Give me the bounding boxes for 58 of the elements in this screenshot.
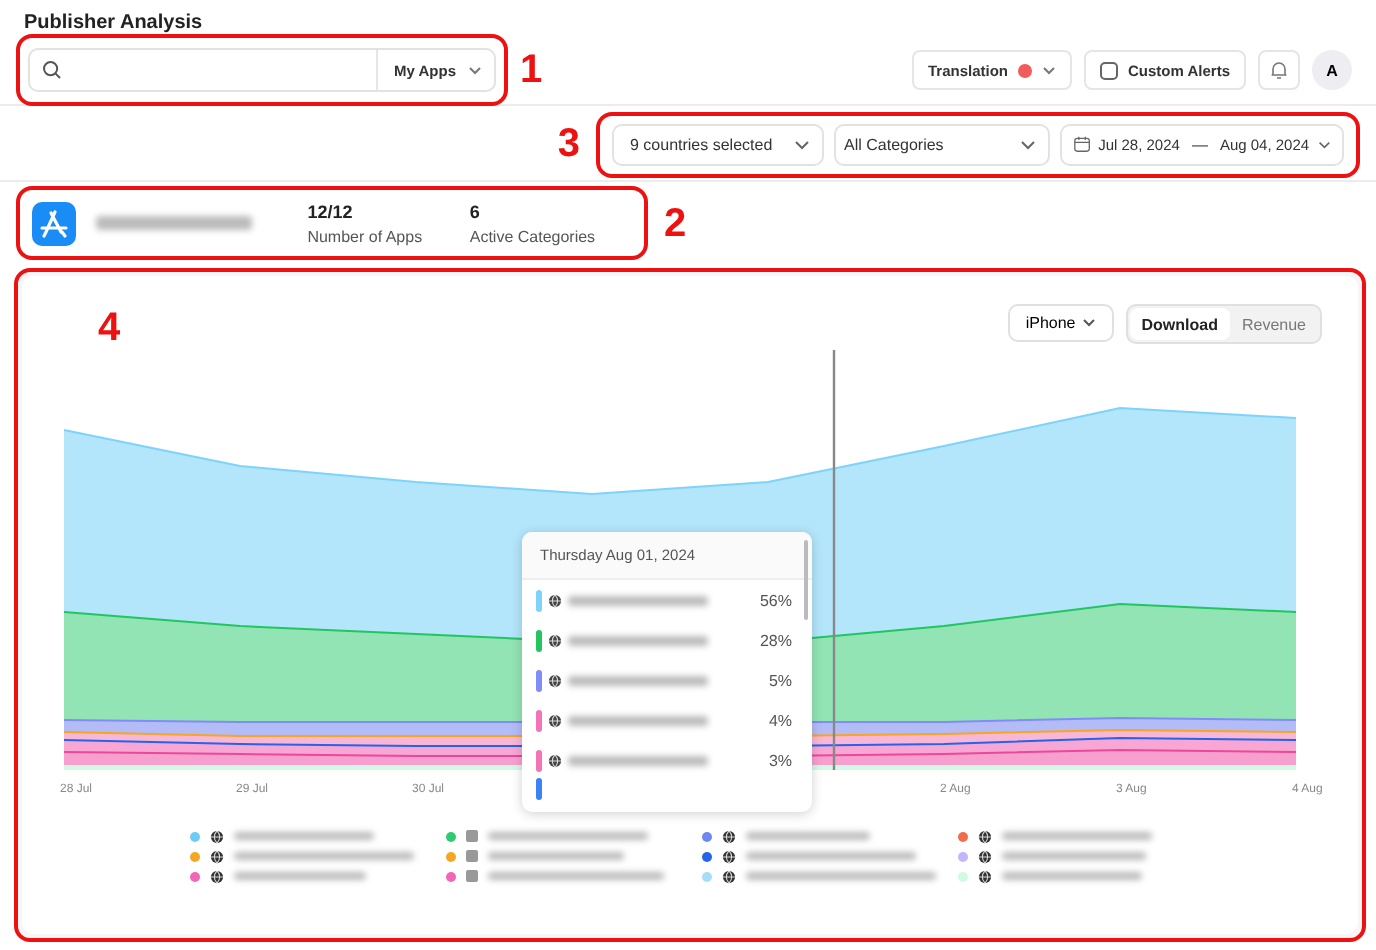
globe-icon — [548, 633, 562, 647]
metric-tab[interactable]: Download — [1129, 308, 1230, 340]
avatar-button[interactable]: A — [1312, 50, 1352, 90]
blurred-text — [746, 832, 870, 840]
chevron-icon — [1317, 139, 1330, 149]
metric-tab[interactable]: Revenue — [1229, 308, 1318, 340]
globe-icon — [210, 829, 224, 843]
globe-icon — [978, 869, 992, 883]
chevron-icon — [1042, 65, 1057, 75]
share-value: 28% — [759, 631, 792, 649]
blurred-text — [568, 715, 708, 725]
share-value: 56% — [759, 591, 792, 609]
globe-icon — [722, 849, 736, 863]
stat-label: Active Categories — [469, 227, 598, 245]
globe-icon — [548, 753, 562, 767]
date-separator: — — [1191, 135, 1208, 153]
notifications-button[interactable] — [1258, 50, 1300, 90]
device-dropdown[interactable]: iPhone — [1007, 304, 1114, 342]
globe-icon — [548, 593, 562, 607]
chevron-icon — [468, 65, 482, 75]
globe-icon — [978, 829, 992, 843]
chevron-icon — [1020, 139, 1036, 149]
calendar-icon — [1074, 134, 1091, 154]
search-icon — [42, 60, 62, 80]
globe-icon — [210, 849, 224, 863]
blurred-text — [568, 635, 708, 645]
globe-icon — [722, 869, 736, 883]
stat-value: 6 — [469, 201, 482, 221]
bell-icon — [1270, 60, 1288, 80]
annotation-number: 3 — [557, 124, 580, 164]
globe-icon — [978, 849, 992, 863]
globe-icon — [548, 713, 562, 727]
blurred-text — [568, 755, 708, 765]
app-store-icon — [32, 201, 76, 245]
blurred-text — [234, 872, 366, 880]
share-value: 5% — [768, 671, 792, 689]
blurred-text — [568, 675, 708, 685]
share-value: 4% — [768, 711, 792, 729]
blurred-text — [234, 832, 374, 840]
page-title: Publisher Analysis — [24, 12, 205, 36]
stat-label: Number of Apps — [307, 227, 425, 245]
share-value: 3% — [768, 751, 792, 769]
annotation-number: 4 — [98, 308, 121, 348]
blurred-text — [568, 595, 708, 605]
category-dropdown[interactable]: All Categories — [834, 123, 1050, 165]
chevron-icon — [794, 139, 810, 149]
square-icon — [1100, 61, 1119, 79]
globe-icon — [548, 673, 562, 687]
blurred-text — [1002, 852, 1146, 860]
blurred-text — [488, 852, 624, 860]
globe-icon — [722, 829, 736, 843]
countries-dropdown[interactable]: 9 countries selected — [612, 123, 824, 165]
stat-value: 12/12 — [307, 201, 355, 221]
globe-icon — [210, 869, 224, 883]
annotation-number: 1 — [520, 50, 543, 90]
annotation-number: 2 — [664, 203, 687, 243]
blurred-text — [1002, 872, 1142, 880]
chevron-icon — [1081, 318, 1096, 328]
